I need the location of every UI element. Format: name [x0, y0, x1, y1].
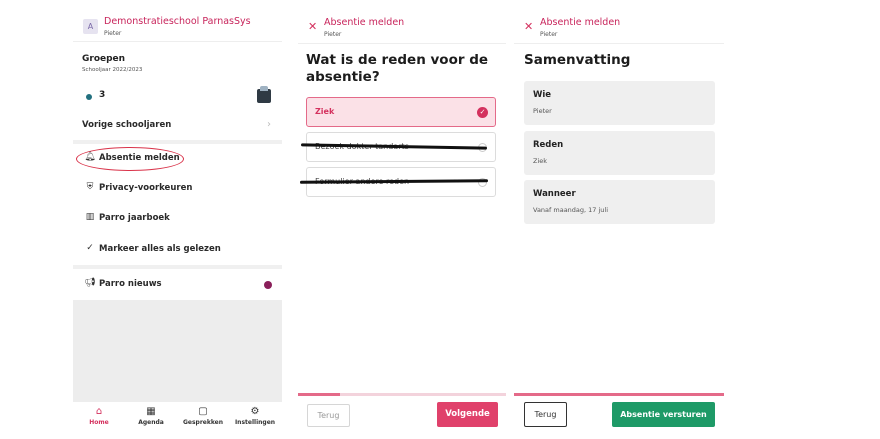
option-label: Ziek — [315, 107, 335, 116]
gear-icon: ⚙ — [250, 406, 260, 417]
menu-item-mark-all-read[interactable]: ✓ Markeer alles als gelezen — [73, 239, 282, 261]
book-icon: ▥ — [85, 212, 95, 222]
close-icon[interactable]: ✕ — [308, 20, 317, 33]
school-header[interactable]: A Demonstratieschool ParnasSys Pieter — [73, 12, 282, 42]
absence-reason-panel: ✕ Absentie melden Pieter Wat is de reden… — [298, 0, 506, 439]
absence-summary-panel: ✕ Absentie melden Pieter Samenvatting Wi… — [514, 0, 724, 439]
groups-title: Groepen — [82, 54, 126, 64]
bell-icon: 🔔︎ — [84, 152, 96, 162]
menu-item-yearbook[interactable]: ▥ Parro jaarboek — [73, 208, 282, 230]
empty-area — [73, 300, 282, 402]
nav-agenda[interactable]: ▦ Agenda — [125, 406, 177, 426]
calendar-icon: ▦ — [146, 406, 156, 417]
double-check-icon: ✓ — [86, 243, 94, 253]
nav-home[interactable]: ⌂ Home — [73, 406, 125, 426]
progress-fill — [298, 393, 340, 396]
menu-item-report-absence[interactable]: 🔔︎ Absentie melden — [73, 148, 282, 170]
group-status-dot — [86, 94, 92, 100]
check-icon: ✓ — [477, 107, 488, 118]
flow-subtitle: Pieter — [324, 31, 342, 38]
menu-item-label: Parro jaarboek — [99, 213, 170, 223]
app-menu-panel: A Demonstratieschool ParnasSys Pieter Gr… — [73, 0, 282, 439]
card-label: Wanneer — [533, 189, 576, 199]
card-value: Pieter — [533, 107, 552, 115]
home-icon: ⌂ — [95, 406, 103, 417]
close-icon[interactable]: ✕ — [524, 20, 533, 33]
progress-bar — [514, 393, 724, 396]
option-sick[interactable]: Ziek ✓ — [306, 97, 496, 127]
card-label: Wie — [533, 90, 552, 100]
school-icon: A — [83, 19, 98, 34]
nav-settings[interactable]: ⚙ Instellingen — [229, 406, 281, 426]
flow-header: ✕ Absentie melden Pieter — [298, 12, 506, 44]
chat-icon: ▢ — [198, 406, 208, 417]
flow-header: ✕ Absentie melden Pieter — [514, 12, 724, 44]
divider — [73, 265, 282, 269]
menu-item-parro-news[interactable]: 📢︎ Parro nieuws — [73, 274, 282, 296]
menu-item-label: Vorige schooljaren — [82, 120, 172, 130]
summary-title: Samenvatting — [524, 52, 631, 68]
user-name: Pieter — [104, 30, 122, 37]
summary-card-when: Wanneer Vanaf maandag, 17 juli — [524, 180, 715, 224]
menu-item-privacy[interactable]: ⛨ Privacy-voorkeuren — [73, 178, 282, 200]
card-value: Ziek — [533, 157, 548, 165]
nav-label: Home — [89, 419, 109, 426]
group-count: 3 — [99, 90, 106, 100]
summary-card-reason: Reden Ziek — [524, 131, 715, 175]
divider — [73, 140, 282, 144]
flow-title: Absentie melden — [540, 17, 621, 28]
shield-icon: ⛨ — [86, 182, 94, 192]
menu-item-label: Absentie melden — [99, 153, 180, 163]
summary-card-who: Wie Pieter — [524, 81, 715, 125]
news-unread-dot — [264, 281, 272, 289]
nav-conversations[interactable]: ▢ Gesprekken — [177, 406, 229, 426]
nav-label: Instellingen — [234, 419, 276, 426]
progress-bar — [298, 393, 506, 396]
back-button[interactable]: Terug — [524, 402, 567, 427]
menu-item-label: Privacy-voorkeuren — [99, 183, 193, 193]
group-avatar[interactable] — [257, 86, 271, 103]
flow-subtitle: Pieter — [540, 31, 558, 38]
back-button[interactable]: Terug — [307, 404, 350, 427]
menu-item-label: Markeer alles als gelezen — [99, 244, 221, 254]
card-value: Vanaf maandag, 17 juli — [533, 206, 609, 214]
send-absence-button[interactable]: Absentie versturen — [612, 402, 715, 427]
school-name: Demonstratieschool ParnasSys — [104, 16, 251, 27]
school-year: Schooljaar 2022/2023 — [82, 67, 143, 73]
menu-item-label: Parro nieuws — [99, 279, 162, 289]
menu-item-previous-years[interactable]: Vorige schooljaren › — [73, 115, 282, 137]
flow-title: Absentie melden — [324, 17, 405, 28]
chevron-right-icon: › — [267, 119, 271, 130]
card-label: Reden — [533, 140, 564, 150]
question-heading: Wat is de reden voor de absentie? — [306, 52, 489, 85]
nav-label: Gesprekken — [182, 419, 224, 426]
nav-label: Agenda — [138, 419, 164, 426]
next-button[interactable]: Volgende — [437, 402, 498, 427]
bottom-nav: ⌂ Home ▦ Agenda ▢ Gesprekken ⚙ Instellin… — [73, 402, 282, 439]
megaphone-icon: 📢︎ — [84, 278, 96, 288]
